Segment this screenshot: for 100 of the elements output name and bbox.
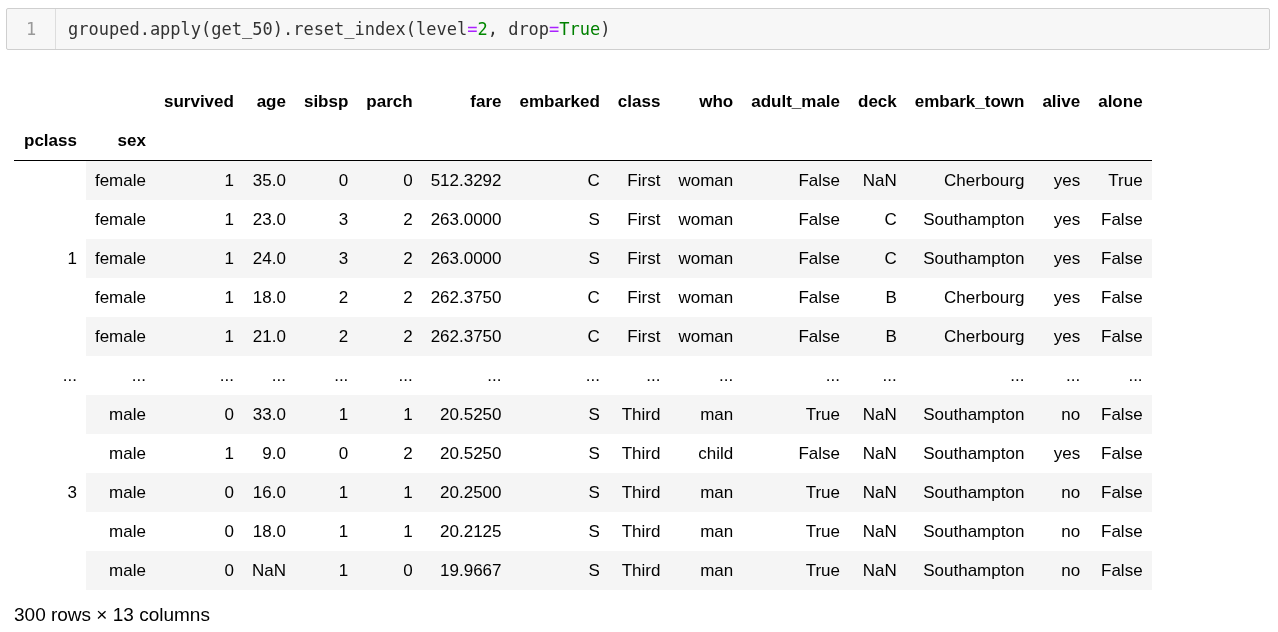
table-cell: S: [510, 434, 609, 473]
table-cell: 512.3292: [421, 160, 511, 200]
index-cell: female: [85, 278, 155, 317]
column-header: alive: [1041, 90, 1082, 113]
column-header: age: [255, 90, 287, 113]
table-cell: B: [849, 317, 906, 356]
table-cell: S: [510, 473, 609, 512]
table-cell: Southampton: [905, 200, 1034, 239]
column-header: who: [698, 90, 735, 113]
table-cell: Third: [608, 551, 670, 590]
table-cell: man: [669, 512, 743, 551]
table-cell: S: [510, 551, 609, 590]
table-cell: woman: [669, 160, 743, 200]
table-cell: ...: [669, 356, 743, 395]
table-cell: False: [742, 239, 850, 278]
table-cell: S: [510, 395, 609, 434]
table-cell: C: [510, 278, 609, 317]
code-editor[interactable]: 1 grouped.apply(get_50).reset_index(level=2, drop=True): [6, 8, 1270, 50]
table-cell: True: [742, 395, 850, 434]
column-header: parch: [365, 90, 414, 113]
table-cell: False: [1089, 512, 1152, 551]
table-cell: yes: [1033, 434, 1090, 473]
table-cell: 2: [294, 317, 358, 356]
table-cell: 18.0: [242, 278, 295, 317]
table-cell: ...: [357, 356, 422, 395]
table-cell: ...: [421, 356, 511, 395]
table-cell: ...: [742, 356, 850, 395]
table-cell: 262.3750: [421, 317, 511, 356]
table-cell: 1: [154, 317, 243, 356]
table-cell: 2: [357, 239, 422, 278]
table-cell: 9.0: [242, 434, 295, 473]
table-cell: Third: [608, 473, 670, 512]
table-cell: False: [742, 317, 850, 356]
table-cell: 0: [357, 160, 422, 200]
table-cell: 20.5250: [421, 395, 511, 434]
table-cell: First: [608, 160, 670, 200]
index-cell: male: [85, 434, 155, 473]
table-cell: S: [510, 512, 609, 551]
table-cell: 0: [154, 473, 243, 512]
table-cell: woman: [669, 239, 743, 278]
table-cell: 35.0: [242, 160, 295, 200]
column-header: adult_male: [750, 90, 842, 113]
table-cell: man: [669, 551, 743, 590]
table-cell: woman: [669, 278, 743, 317]
table-cell: man: [669, 473, 743, 512]
table-cell: yes: [1033, 317, 1090, 356]
table-cell: yes: [1033, 239, 1090, 278]
column-header: deck: [857, 90, 898, 113]
table-cell: 2: [357, 200, 422, 239]
table-cell: 2: [357, 434, 422, 473]
table-cell: 2: [294, 278, 358, 317]
table-cell: First: [608, 200, 670, 239]
index-cell: female: [85, 200, 155, 239]
table-cell: no: [1033, 395, 1090, 434]
table-cell: no: [1033, 512, 1090, 551]
table-cell: 0: [294, 160, 358, 200]
table-cell: 1: [294, 512, 358, 551]
table-cell: Third: [608, 395, 670, 434]
index-name: pclass: [14, 121, 86, 161]
table-cell: First: [608, 278, 670, 317]
table-cell: 0: [154, 512, 243, 551]
table-cell: 262.3750: [421, 278, 511, 317]
table-cell: True: [1089, 160, 1152, 200]
table-cell: 1: [357, 473, 422, 512]
table-cell: 1: [294, 473, 358, 512]
table-cell: First: [608, 239, 670, 278]
table-cell: 0: [357, 551, 422, 590]
table-cell: 20.2125: [421, 512, 511, 551]
line-number: 1: [7, 9, 56, 49]
index-cell: ...: [85, 356, 155, 395]
table-cell: False: [742, 160, 850, 200]
table-cell: yes: [1033, 278, 1090, 317]
table-cell: 21.0: [242, 317, 295, 356]
table-cell: False: [1089, 317, 1152, 356]
table-cell: 263.0000: [421, 239, 511, 278]
table-cell: 0: [294, 434, 358, 473]
table-cell: ...: [294, 356, 358, 395]
index-cell: 1: [14, 160, 86, 356]
table-summary: 300 rows × 13 columns: [14, 604, 210, 626]
table-cell: 3: [294, 239, 358, 278]
table-cell: 19.9667: [421, 551, 511, 590]
table-cell: 1: [154, 278, 243, 317]
index-cell: male: [85, 551, 155, 590]
index-cell: male: [85, 473, 155, 512]
column-header: survived: [162, 90, 235, 113]
table-cell: True: [742, 473, 850, 512]
table-cell: C: [510, 317, 609, 356]
column-header: embark_town: [913, 90, 1026, 113]
table-cell: False: [1089, 473, 1152, 512]
table-cell: Southampton: [905, 395, 1034, 434]
table-cell: Cherbourg: [905, 317, 1034, 356]
table-cell: NaN: [849, 160, 906, 200]
table-cell: yes: [1033, 200, 1090, 239]
table-cell: 1: [357, 395, 422, 434]
table-cell: ...: [1033, 356, 1090, 395]
table-cell: Southampton: [905, 512, 1034, 551]
table-cell: Southampton: [905, 434, 1034, 473]
table-cell: 33.0: [242, 395, 295, 434]
table-cell: yes: [1033, 160, 1090, 200]
table-cell: 1: [294, 551, 358, 590]
